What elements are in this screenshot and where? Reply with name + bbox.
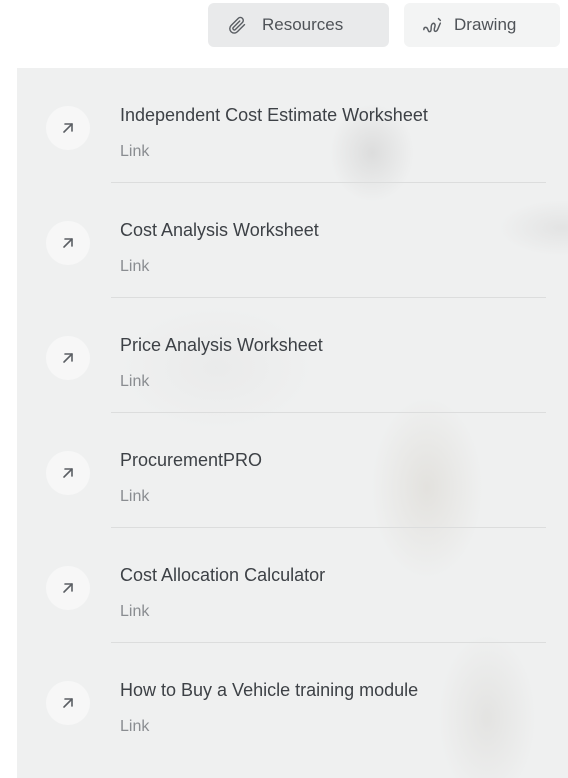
resources-panel: Independent Cost Estimate Worksheet Link… xyxy=(17,68,568,778)
resources-list: Independent Cost Estimate Worksheet Link… xyxy=(17,68,568,758)
resource-item[interactable]: Cost Allocation Calculator Link xyxy=(17,528,568,643)
resource-type: Link xyxy=(120,373,150,390)
drawing-label: Drawing xyxy=(454,15,517,34)
resource-type: Link xyxy=(120,258,150,275)
toolbar: Resources Drawing xyxy=(0,0,568,54)
page: Resources Drawing Independent Cost Estim… xyxy=(0,0,568,778)
arrow-up-right-icon xyxy=(46,336,90,380)
resource-title: Cost Analysis Worksheet xyxy=(120,220,319,240)
resource-item[interactable]: How to Buy a Vehicle training module Lin… xyxy=(17,643,568,758)
resource-type: Link xyxy=(120,488,150,505)
resource-title: Cost Allocation Calculator xyxy=(120,565,326,585)
resource-title: Independent Cost Estimate Worksheet xyxy=(120,105,428,125)
resource-item[interactable]: Cost Analysis Worksheet Link xyxy=(17,183,568,298)
resource-item[interactable]: ProcurementPRO Link xyxy=(17,413,568,528)
arrow-up-right-icon xyxy=(46,106,90,150)
arrow-up-right-icon xyxy=(46,681,90,725)
resource-item[interactable]: Independent Cost Estimate Worksheet Link xyxy=(17,68,568,183)
resource-title: Price Analysis Worksheet xyxy=(120,335,323,355)
resource-title: How to Buy a Vehicle training module xyxy=(120,680,419,700)
resource-type: Link xyxy=(120,603,150,620)
resources-label: Resources xyxy=(262,15,344,34)
resource-item[interactable]: Price Analysis Worksheet Link xyxy=(17,298,568,413)
resources-button[interactable]: Resources xyxy=(208,3,389,47)
drawing-button[interactable]: Drawing xyxy=(404,3,560,47)
arrow-up-right-icon xyxy=(46,221,90,265)
resource-title: ProcurementPRO xyxy=(120,450,263,470)
resource-type: Link xyxy=(120,143,150,160)
resource-type: Link xyxy=(120,718,150,735)
arrow-up-right-icon xyxy=(46,566,90,610)
arrow-up-right-icon xyxy=(46,451,90,495)
paperclip-icon xyxy=(226,14,248,36)
squiggle-icon xyxy=(422,14,444,36)
